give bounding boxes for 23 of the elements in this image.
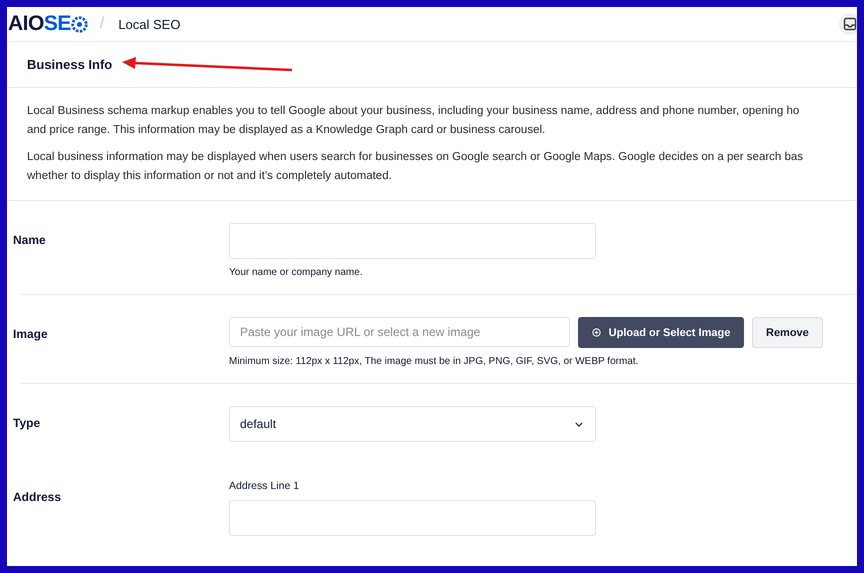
logo: AIOSE	[8, 12, 71, 36]
address-input-field[interactable]	[229, 500, 596, 536]
description-paragraph: Local Business schema markup enables you to tell Google about your business, including your business name, address and phone number, opening ho and price range. This information may be displayed as a Knowledge Graph card or business carousel.	[27, 104, 800, 138]
name-input-field[interactable]	[229, 223, 596, 259]
chevron-down-icon	[575, 422, 583, 426]
breadcrumb: Local SEO	[118, 16, 180, 32]
type-dropdown[interactable]: default	[229, 406, 596, 442]
help-text: Your name or company name.	[229, 267, 364, 278]
breadcrumb-separator: /	[100, 15, 104, 33]
help-text: Minimum size: 112px x 112px, The image must be in JPG, PNG, GIF, SVG, or WEBP format.	[229, 356, 640, 367]
section-title: Business Info	[27, 57, 112, 72]
field-label: Type	[13, 415, 42, 432]
plus-circle-icon	[592, 328, 601, 337]
description-paragraph: Local business information may be displayed when users search for businesses on Google search or Google Maps. Google decides on a per search bas whether to display this information or not and it’s completely automated.	[27, 150, 804, 184]
inbox-icon[interactable]	[839, 13, 857, 35]
address-line-label: Address Line 1	[229, 480, 300, 492]
upload-button[interactable]: Upload or Select Image	[578, 317, 744, 348]
remove-button[interactable]: Remove	[752, 317, 823, 348]
field-label: Address	[13, 489, 62, 506]
gear-icon	[70, 16, 88, 32]
field-label: Name	[13, 232, 47, 249]
field-label: Image	[13, 326, 49, 343]
image-url-field[interactable]: Paste your image URL or select a new image	[229, 317, 570, 347]
